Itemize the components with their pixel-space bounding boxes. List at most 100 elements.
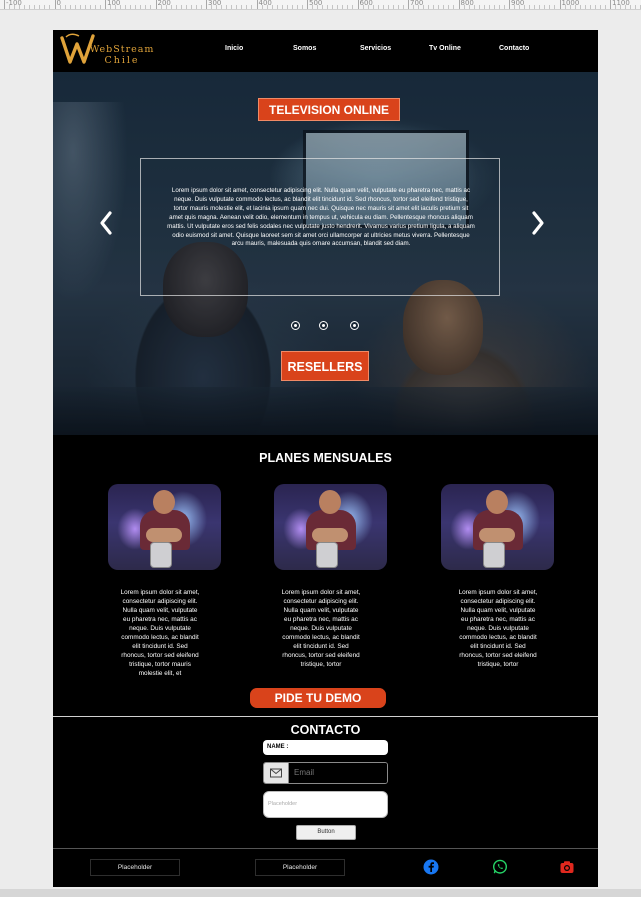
email-input[interactable] <box>289 763 387 783</box>
ruler-minor-tick <box>337 5 339 9</box>
bottom-scrollbar[interactable] <box>0 889 641 897</box>
hero-text-box: Lorem ipsum dolor sit amet, consectetur … <box>140 158 500 296</box>
ruler-minor-tick <box>190 5 192 9</box>
ruler-minor-tick <box>615 5 617 9</box>
ruler-minor-tick <box>59 5 61 9</box>
carousel-dot-3[interactable] <box>350 321 359 330</box>
ruler-minor-tick <box>34 5 36 9</box>
nav-link-inicio[interactable]: Inicio <box>225 45 243 52</box>
ruler-minor-tick <box>271 5 273 9</box>
ruler-minor-tick <box>468 5 470 9</box>
ruler-minor-tick <box>49 5 51 9</box>
ruler-minor-tick <box>170 5 172 9</box>
ruler-minor-tick <box>14 5 16 9</box>
plan-image-person-arm <box>312 528 348 542</box>
plan-card-image-1[interactable] <box>108 484 221 570</box>
ruler-minor-tick <box>221 5 223 9</box>
contact-title: CONTACTO <box>290 723 361 737</box>
ruler-minor-tick <box>115 5 117 9</box>
ruler-minor-tick <box>110 5 112 9</box>
plan-card-image-2[interactable] <box>274 484 387 570</box>
ruler-minor-tick <box>539 5 541 9</box>
plan-image-person-head <box>153 490 175 514</box>
contact-submit-button[interactable]: Button <box>296 825 356 840</box>
ruler-minor-tick <box>29 5 31 9</box>
ruler-minor-tick <box>261 5 263 9</box>
ruler-minor-tick <box>453 5 455 9</box>
ruler-minor-tick <box>69 5 71 9</box>
ruler-minor-tick <box>135 5 137 9</box>
footer-button-2[interactable]: Placeholder <box>255 859 345 876</box>
ruler-minor-tick <box>94 5 96 9</box>
ruler-label: 100 <box>107 0 121 7</box>
ruler-minor-tick <box>478 5 480 9</box>
name-field[interactable]: NAME : <box>263 740 388 755</box>
footer-divider <box>53 848 598 849</box>
ruler-minor-tick <box>402 5 404 9</box>
ruler: -100 0 100 200 300 400 500 600 700 800 900 1000 1100 <box>0 0 641 10</box>
ruler-minor-tick <box>514 5 516 9</box>
logo-line-1: WebStream <box>89 44 155 55</box>
ruler-minor-tick <box>296 5 298 9</box>
whatsapp-icon[interactable] <box>492 859 508 875</box>
ruler-minor-tick <box>241 5 243 9</box>
ruler-minor-tick <box>236 5 238 9</box>
message-textarea[interactable]: Placeholder <box>263 791 388 818</box>
ruler-minor-tick <box>150 5 152 9</box>
ruler-minor-tick <box>89 5 91 9</box>
nav-link-servicios[interactable]: Servicios <box>360 45 391 52</box>
ruler-minor-tick <box>44 5 46 9</box>
ruler-minor-tick <box>145 5 147 9</box>
ruler-minor-tick <box>140 5 142 9</box>
nav-link-somos[interactable]: Somos <box>293 45 316 52</box>
ruler-minor-tick <box>392 5 394 9</box>
facebook-icon[interactable] <box>423 859 439 875</box>
ruler-label: 600 <box>359 0 373 7</box>
ruler-minor-tick <box>180 5 182 9</box>
carousel-next-arrow-icon[interactable] <box>529 208 547 238</box>
ruler-minor-tick <box>342 5 344 9</box>
carousel-prev-arrow-icon[interactable] <box>97 208 115 238</box>
ruler-minor-tick <box>347 5 349 9</box>
ruler-minor-tick <box>200 5 202 9</box>
ruler-minor-tick <box>64 5 66 9</box>
ruler-minor-tick <box>397 5 399 9</box>
ruler-minor-tick <box>125 5 127 9</box>
ruler-minor-tick <box>19 5 21 9</box>
logo-line-2: Chile <box>104 55 140 66</box>
ruler-minor-tick <box>549 5 551 9</box>
ruler-minor-tick <box>564 5 566 9</box>
ruler-minor-tick <box>589 5 591 9</box>
television-online-button[interactable]: TELEVISION ONLINE <box>258 98 400 121</box>
ruler-minor-tick <box>276 5 278 9</box>
plan-card-image-3[interactable] <box>441 484 554 570</box>
ruler-minor-tick <box>362 5 364 9</box>
ruler-minor-tick <box>130 5 132 9</box>
carousel-dot-2[interactable] <box>319 321 328 330</box>
ruler-minor-tick <box>493 5 495 9</box>
nav-link-tv-online[interactable]: Tv Online <box>429 45 461 52</box>
carousel-dot-1[interactable] <box>291 321 300 330</box>
plan-image-remote <box>150 542 172 568</box>
ruler-minor-tick <box>503 5 505 9</box>
nav-link-contacto[interactable]: Contacto <box>499 45 529 52</box>
resellers-button[interactable]: RESELLERS <box>281 351 369 381</box>
ruler-minor-tick <box>463 5 465 9</box>
ruler-minor-tick <box>231 5 233 9</box>
ruler-minor-tick <box>377 5 379 9</box>
plan-card-text-1: Lorem ipsum dolor sit amet, consectetur … <box>120 589 200 677</box>
ruler-minor-tick <box>529 5 531 9</box>
instagram-icon[interactable] <box>559 859 575 875</box>
ruler-minor-tick <box>524 5 526 9</box>
ruler-label: 500 <box>309 0 323 7</box>
ruler-minor-tick <box>266 5 268 9</box>
logo[interactable]: WebStream Chile <box>59 32 159 70</box>
footer-button-1[interactable]: Placeholder <box>90 859 180 876</box>
plan-card-text-2: Lorem ipsum dolor sit amet, consectetur … <box>281 589 361 668</box>
plan-image-remote <box>483 542 505 568</box>
hero-carousel: TELEVISION ONLINE Lorem ipsum dolor sit … <box>53 72 598 435</box>
ruler-minor-tick <box>195 5 197 9</box>
pide-tu-demo-button[interactable]: PIDE TU DEMO <box>250 688 386 708</box>
ruler-minor-tick <box>594 5 596 9</box>
ruler-minor-tick <box>216 5 218 9</box>
